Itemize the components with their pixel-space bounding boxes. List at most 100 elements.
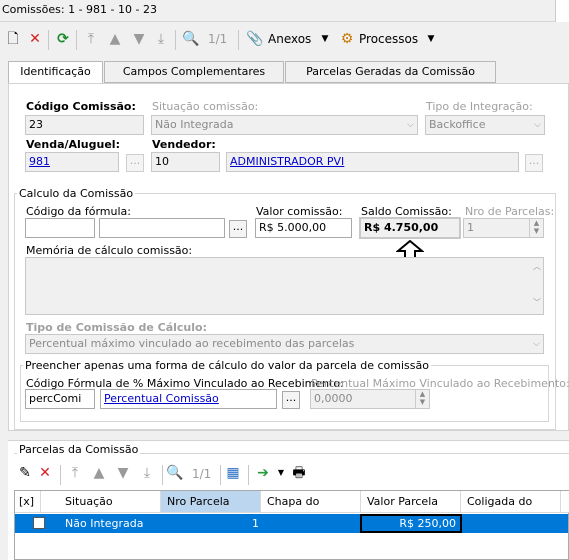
tab-parcelas-geradas[interactable]: Parcelas Geradas da Comissão: [285, 61, 496, 83]
next-record-icon[interactable]: ▼: [114, 464, 132, 482]
memoria-calculo-label: Memória de cálculo comissão:: [26, 244, 193, 257]
parcelas-record-counter: 1/1: [192, 467, 212, 481]
parcelas-toolbar: ✎ ✕ ⤒ ▲ ▼ ⤓ 🔍 1/1 ▦ ➔ ▼ 🖶: [14, 463, 569, 487]
chevron-down-icon: ⌵: [407, 120, 414, 130]
last-record-icon[interactable]: ⤓: [152, 30, 170, 48]
row-checkbox[interactable]: [33, 517, 45, 529]
binoculars-icon[interactable]: 🔍: [182, 30, 200, 48]
codigo-formula-label: Código da fórmula:: [26, 205, 131, 218]
window-titlebar: Comissões: 1 - 981 - 10 - 23: [0, 0, 569, 22]
cod-formula-max-lookup-button[interactable]: ...: [282, 391, 300, 409]
situacao-comissao-value: Não Integrada: [155, 118, 234, 131]
previous-record-icon[interactable]: ▲: [106, 30, 124, 48]
memoria-calculo-textarea[interactable]: ︿ ﹀: [25, 257, 544, 315]
record-counter: 1/1: [208, 32, 228, 46]
codigo-formula-name-field[interactable]: [99, 218, 225, 238]
processos-menu[interactable]: Processos: [359, 32, 418, 46]
row-valor-parcela[interactable]: R$ 250,00: [360, 514, 462, 533]
column-header-chapa[interactable]: Chapa do: [261, 491, 361, 513]
window-close-button[interactable]: [555, 0, 569, 22]
next-record-icon[interactable]: ▼: [130, 30, 148, 48]
column-header-valor-parcela[interactable]: Valor Parcela: [361, 491, 461, 513]
preencher-group-label: Preencher apenas uma forma de cálculo do…: [23, 359, 431, 372]
row-chapa: [261, 514, 361, 533]
saldo-comissao-field[interactable]: R$ 4.750,00: [359, 217, 461, 239]
first-record-icon[interactable]: ⤒: [66, 464, 84, 482]
cod-formula-max-code-field[interactable]: percComi: [25, 389, 95, 409]
valor-comissao-label: Valor comissão:: [256, 205, 343, 218]
venda-aluguel-field[interactable]: 981: [25, 152, 119, 172]
printer-icon[interactable]: 🖶: [290, 464, 308, 482]
delete-icon[interactable]: ✕: [36, 464, 54, 482]
toolbar-separator: [175, 30, 176, 50]
row-nro-parcela: 1: [252, 517, 259, 530]
last-record-icon[interactable]: ⤓: [138, 464, 156, 482]
spinner-arrows-icon: ▲ ▼: [415, 390, 429, 408]
formula-lookup-button[interactable]: ...: [229, 220, 247, 238]
tipo-integracao-select[interactable]: Backoffice ⌵: [425, 115, 545, 135]
binoculars-icon[interactable]: 🔍: [166, 464, 184, 482]
situacao-comissao-label: Situação comissão:: [152, 100, 259, 113]
chevron-down-icon[interactable]: ▼: [272, 464, 290, 482]
column-header-select[interactable]: [x]: [15, 491, 41, 513]
chevron-down-icon: ⌵: [534, 120, 541, 130]
column-header-more[interactable]: [561, 491, 569, 513]
toolbar-separator: [220, 465, 221, 485]
tab-identificacao[interactable]: Identificação: [8, 61, 103, 84]
tipo-integracao-label: Tipo de Integração:: [426, 100, 533, 113]
tab-strip: Identificação Campos Complementares Parc…: [8, 61, 498, 84]
nro-parcelas-label: Nro de Parcelas:: [465, 205, 555, 218]
window-title: Comissões: 1 - 981 - 10 - 23: [2, 3, 157, 16]
scroll-up-icon[interactable]: ︿: [533, 258, 541, 276]
chevron-down-icon[interactable]: ▼: [316, 30, 334, 48]
row-coligada: [461, 514, 561, 533]
codigo-formula-code-field[interactable]: [25, 218, 95, 238]
venda-lookup-button[interactable]: ...: [126, 154, 144, 172]
chevron-down-icon[interactable]: ▼: [422, 30, 440, 48]
toolbar-separator: [238, 30, 239, 50]
column-header-coligada[interactable]: Coligada do: [461, 491, 561, 513]
percentual-max-value: 0,0000: [314, 392, 353, 405]
toolbar-separator: [48, 30, 49, 50]
valor-comissao-field[interactable]: R$ 5.000,00: [255, 218, 352, 238]
grid-view-icon[interactable]: ▦: [224, 464, 242, 482]
tipo-comissao-calculo-value: Percentual máximo vinculado ao recebimen…: [29, 337, 355, 350]
vendedor-code-field[interactable]: 10: [151, 152, 220, 172]
toolbar-separator: [248, 465, 249, 485]
vendedor-lookup-button[interactable]: ...: [525, 154, 543, 172]
cod-formula-max-name-field[interactable]: Percentual Comissão: [100, 389, 277, 409]
situacao-comissao-select[interactable]: Não Integrada ⌵: [151, 115, 418, 135]
column-header-situacao[interactable]: Situação: [41, 491, 161, 513]
refresh-icon[interactable]: ⟳: [54, 30, 72, 48]
toolbar-separator: [76, 30, 77, 50]
delete-icon[interactable]: ✕: [26, 30, 44, 48]
scroll-down-icon[interactable]: ﹀: [533, 294, 541, 312]
gears-icon[interactable]: ⚙: [338, 30, 356, 48]
codigo-comissao-field[interactable]: 23: [25, 115, 144, 135]
edit-icon[interactable]: ✎: [16, 464, 34, 482]
anexos-menu[interactable]: Anexos: [268, 32, 311, 46]
tab-campos-complementares[interactable]: Campos Complementares: [104, 61, 284, 83]
spinner-arrows-icon: ▲ ▼: [529, 219, 543, 237]
table-row[interactable]: Não Integrada 1 R$ 250,00: [15, 514, 568, 533]
calculo-comissao-group-label: Calculo da Comissão: [17, 187, 136, 200]
tipo-integracao-value: Backoffice: [429, 118, 486, 131]
vendedor-name-field[interactable]: ADMINISTRADOR PVI: [226, 152, 519, 172]
percentual-max-field[interactable]: 0,0000 ▲ ▼: [310, 389, 430, 409]
tipo-comissao-calculo-label: Tipo de Comissão de Cálculo:: [26, 321, 207, 334]
toolbar-separator: [60, 465, 61, 485]
export-icon[interactable]: ➔: [254, 464, 272, 482]
column-header-nro-parcela[interactable]: Nro Parcela: [161, 491, 261, 513]
first-record-icon[interactable]: ⤒: [82, 30, 100, 48]
previous-record-icon[interactable]: ▲: [90, 464, 108, 482]
parcelas-comissao-label: Parcelas da Comissão: [17, 443, 141, 456]
nro-parcelas-field[interactable]: 1 ▲ ▼: [463, 218, 544, 238]
main-toolbar: 🗋 ✕ ⟳ ⤒ ▲ ▼ ⤓ 🔍 1/1 📎 Anexos ▼ ⚙ Process…: [0, 26, 569, 54]
tipo-comissao-calculo-select[interactable]: Percentual máximo vinculado ao recebimen…: [25, 334, 544, 354]
vendedor-label: Vendedor:: [152, 138, 216, 151]
new-document-icon[interactable]: 🗋: [4, 30, 22, 48]
chevron-down-icon: ⌵: [533, 339, 540, 349]
venda-aluguel-label: Venda/Aluguel:: [26, 138, 120, 151]
toolbar-separator: [162, 465, 163, 485]
paperclip-icon[interactable]: 📎: [246, 30, 264, 48]
